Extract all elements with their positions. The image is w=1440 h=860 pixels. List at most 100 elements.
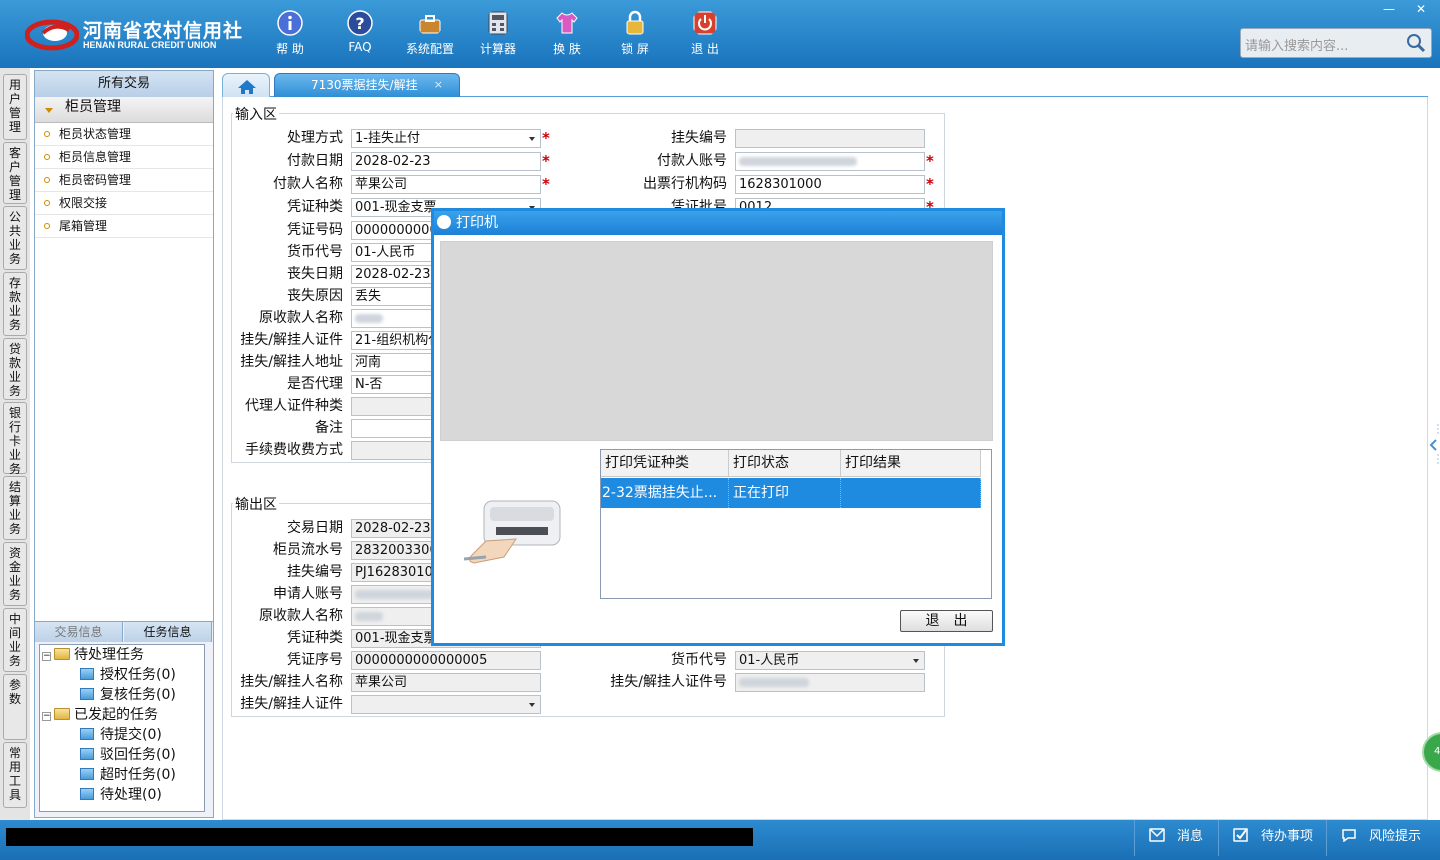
risk-alert-button[interactable]: 风险提示 [1326, 820, 1436, 856]
vtab-parameters[interactable]: 参数 [3, 674, 27, 740]
menu-item-tail-box[interactable]: 尾箱管理 [35, 215, 213, 238]
vtab-fund-business[interactable]: 资金业务 [3, 542, 27, 606]
tree-node-rejected[interactable]: 驳回任务(0) [80, 745, 176, 765]
payment-date-field[interactable]: 2028-02-23 [351, 152, 541, 171]
issuing-bank-code-field[interactable]: 1628301000 [735, 175, 925, 194]
label-voucher-number: 凭证号码 [287, 222, 343, 238]
menu-item-permission-handover[interactable]: 权限交接 [35, 192, 213, 215]
tree-node-label: 复核任务(0) [100, 687, 176, 703]
vtab-loan-business[interactable]: 贷款业务 [3, 338, 27, 400]
close-tab-icon[interactable]: × [434, 74, 443, 96]
vtab-customer-management[interactable]: 客户管理 [3, 142, 27, 204]
label-voucher-type: 凭证种类 [287, 199, 343, 215]
tree-node-review-tasks[interactable]: 复核任务(0) [80, 685, 176, 705]
vtab-public-business[interactable]: 公共业务 [3, 206, 27, 270]
label-issuing-bank-code: 出票行机构码 [643, 176, 727, 192]
cell-voucher-type: 2-32票据挂失止... [601, 478, 729, 508]
tab-label: 7130票据挂失/解挂 [311, 78, 418, 92]
vtab-user-management[interactable]: 用户管理 [3, 74, 27, 140]
logout-label: 退 出 [691, 42, 719, 56]
tree-node-to-submit[interactable]: 待提交(0) [80, 725, 162, 745]
info-icon [277, 10, 303, 36]
tab-7130-bill-loss[interactable]: 7130票据挂失/解挂 × [274, 73, 460, 97]
bullet-icon [44, 223, 50, 229]
vtab-bank-card-business[interactable]: 银行卡业务 [3, 402, 27, 476]
label-loss-number: 挂失编号 [671, 130, 727, 146]
menu-item-label: 柜员状态管理 [59, 127, 132, 141]
change-skin-button[interactable]: 换 肤 [535, 8, 599, 60]
select-value: 1-挂失止付 [355, 131, 420, 146]
menu-item-teller-password[interactable]: 柜员密码管理 [35, 169, 213, 192]
tree-node-authorize-tasks[interactable]: 授权任务(0) [80, 665, 176, 685]
task-icon [80, 768, 94, 780]
tab-home[interactable] [222, 73, 270, 97]
menu-item-label: 权限交接 [59, 196, 108, 210]
tree-node-pending[interactable]: − 待处理任务 [42, 645, 144, 665]
tree-node-label: 待处理任务 [74, 647, 144, 663]
shirt-icon [556, 12, 578, 34]
help-icon: ? [347, 10, 373, 36]
todo-button[interactable]: 待办事项 [1218, 820, 1322, 856]
task-icon [80, 668, 94, 680]
menu-item-teller-status[interactable]: 柜员状态管理 [35, 123, 213, 146]
close-window-button[interactable]: ✕ [1406, 0, 1436, 18]
system-config-label: 系统配置 [405, 42, 454, 56]
help-button[interactable]: 帮 助 [258, 8, 322, 60]
tab-transaction-info[interactable]: 交易信息 [35, 622, 123, 642]
risk-alert-label: 风险提示 [1369, 829, 1422, 844]
printer-dialog: 打印机 打印凭证种类 打印状态 打印结果 2-32票据挂失止... 正在打印 退… [431, 208, 1005, 646]
logout-button[interactable]: 退 出 [673, 8, 737, 60]
vertical-tab-bar: 用户管理 客户管理 公共业务 存款业务 贷款业务 银行卡业务 结算业务 资金业务… [0, 68, 30, 820]
help-label: 帮 助 [276, 42, 304, 56]
menu-item-label: 柜员密码管理 [59, 173, 132, 187]
applicant-id-output-select[interactable] [351, 695, 541, 714]
collapse-right-panel-icon[interactable] [1428, 420, 1440, 470]
tree-node-to-process[interactable]: 待处理(0) [80, 785, 162, 805]
menu-item-teller-info[interactable]: 柜员信息管理 [35, 146, 213, 169]
power-icon [693, 11, 717, 35]
panel-header: 所有交易 [35, 71, 213, 97]
task-tree: − 待处理任务 授权任务(0) 复核任务(0) − 已发起的任务 待提交(0) 驳回… [39, 644, 205, 812]
tree-node-timeout[interactable]: 超时任务(0) [80, 765, 176, 785]
group-teller-management[interactable]: 柜员管理 [35, 97, 213, 123]
redacted-status-area [6, 828, 753, 846]
faq-button[interactable]: ? FAQ [328, 8, 392, 60]
vtab-intermediary-business[interactable]: 中间业务 [3, 608, 27, 672]
process-method-select[interactable]: 1-挂失止付 [351, 129, 541, 148]
vtab-settlement-business[interactable]: 结算业务 [3, 476, 27, 540]
vtab-deposit-business[interactable]: 存款业务 [3, 272, 27, 336]
tab-task-info[interactable]: 任务信息 [124, 622, 212, 642]
col-print-result: 打印结果 [841, 450, 981, 477]
folder-icon [54, 648, 70, 660]
redacted-value [355, 590, 435, 599]
bullet-icon [44, 131, 50, 137]
system-config-button[interactable]: 系统配置 [398, 8, 462, 60]
search-input[interactable]: 请输入搜索内容... [1240, 28, 1432, 58]
tree-node-label: 已发起的任务 [74, 707, 158, 723]
tree-node-initiated[interactable]: − 已发起的任务 [42, 705, 158, 725]
task-icon [80, 688, 94, 700]
output-currency-select[interactable]: 01-人民币 [735, 651, 925, 670]
loss-number-field[interactable] [735, 129, 925, 148]
payer-account-field[interactable] [735, 152, 925, 171]
collapse-icon[interactable]: − [42, 712, 51, 721]
calculator-button[interactable]: 计算器 [466, 8, 530, 60]
exit-button[interactable]: 退出 [900, 610, 993, 632]
redacted-value [355, 612, 383, 621]
label-output-currency: 货币代号 [671, 652, 727, 668]
vtab-common-tools[interactable]: 常用工具 [3, 742, 27, 808]
label-teller-serial: 柜员流水号 [273, 542, 343, 558]
logo: 河南省农村信用社 HENAN RURAL CREDIT UNION [25, 16, 242, 56]
payer-name-field[interactable]: 苹果公司 [351, 175, 541, 194]
tab-bar: 7130票据挂失/解挂 × [222, 73, 1428, 97]
collapse-icon[interactable]: − [42, 652, 51, 661]
messages-button[interactable]: 消息 [1134, 820, 1214, 856]
col-print-status: 打印状态 [729, 450, 841, 477]
bullet-icon [44, 154, 50, 160]
table-row[interactable]: 2-32票据挂失止... 正在打印 [601, 478, 981, 508]
minimize-button[interactable]: — [1374, 0, 1404, 18]
lock-screen-button[interactable]: 锁 屏 [603, 8, 667, 60]
tree-node-label: 待处理(0) [100, 787, 162, 803]
search-icon[interactable] [1405, 32, 1427, 54]
label-applicant-id-number: 挂失/解挂人证件号 [610, 674, 727, 690]
